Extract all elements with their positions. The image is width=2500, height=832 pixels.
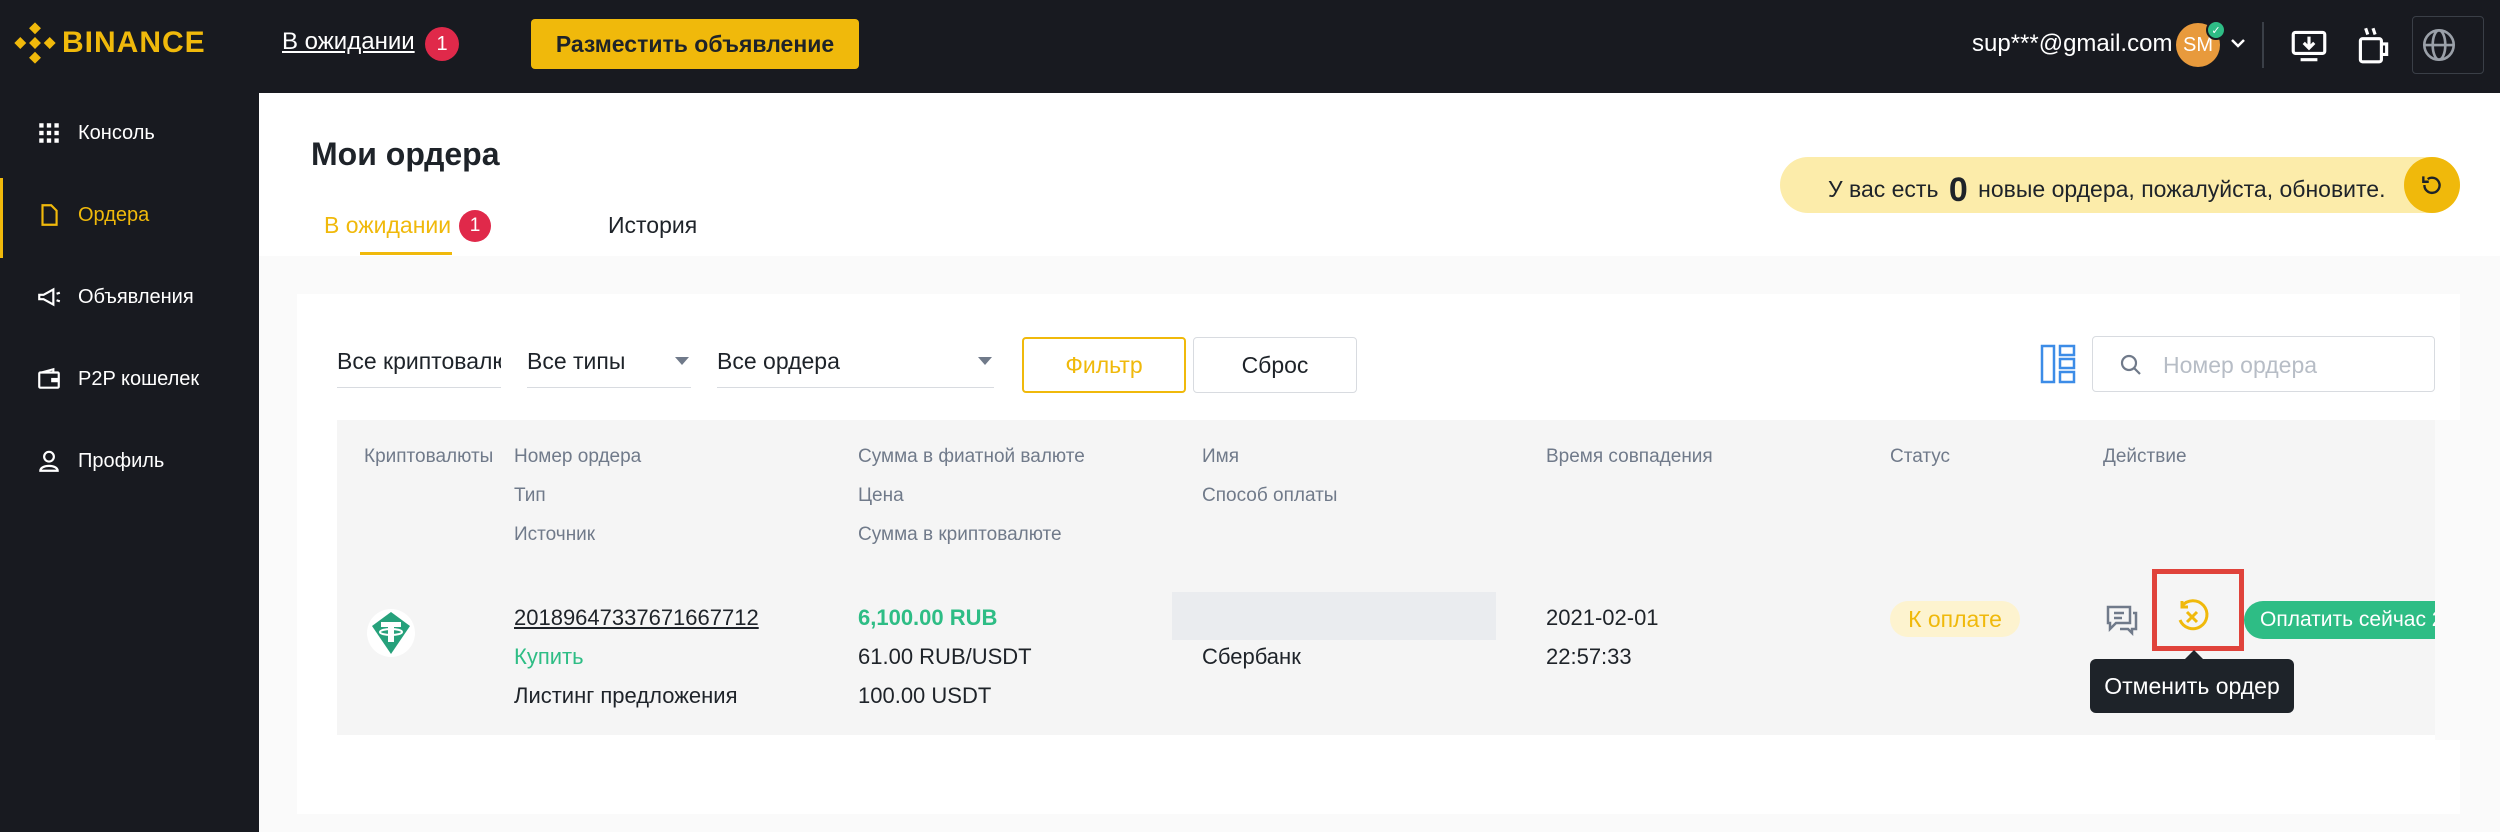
download-icon[interactable] bbox=[2288, 24, 2330, 66]
sidebar-item-ads[interactable]: Объявления bbox=[0, 267, 259, 327]
type-select[interactable]: Все типы bbox=[527, 336, 691, 388]
price: 61.00 RUB/USDT bbox=[858, 644, 1032, 669]
sidebar-item-label: Ордера bbox=[78, 203, 150, 226]
notice-suffix: новые ордера, пожалуйста, обновите. bbox=[1978, 176, 2386, 202]
globe-icon bbox=[2422, 28, 2456, 62]
caret-down-icon bbox=[978, 357, 992, 365]
notice-text: У вас есть 0 новые ордера, пожалуйста, о… bbox=[1828, 171, 2385, 210]
pending-count-badge: 1 bbox=[425, 27, 459, 61]
tether-usdt-icon bbox=[367, 609, 415, 657]
counterparty-name-redacted bbox=[1172, 592, 1496, 640]
fiat-amount: 6,100.00 RUB bbox=[858, 605, 998, 630]
th-action: Действие bbox=[2103, 446, 2187, 467]
filter-button[interactable]: Фильтр bbox=[1022, 337, 1186, 393]
match-time: 22:57:33 bbox=[1546, 644, 1632, 669]
mug-icon[interactable] bbox=[2352, 24, 2394, 66]
binance-diamond-icon bbox=[14, 22, 56, 64]
notice-prefix: У вас есть bbox=[1828, 176, 1939, 202]
binance-logo[interactable]: BINANCE bbox=[14, 22, 206, 64]
refresh-icon bbox=[2422, 176, 2441, 194]
th-fiat-amount: Сумма в фиатной валюте bbox=[858, 446, 1085, 467]
pending-orders-link[interactable]: В ожидании bbox=[282, 28, 415, 56]
orders-select-value: Все ордера bbox=[717, 348, 840, 374]
order-type: Купить bbox=[514, 644, 584, 669]
th-crypto-amount: Сумма в криптовалюте bbox=[858, 524, 1062, 545]
table-clip bbox=[2435, 420, 2500, 740]
top-navigation-bar: BINANCE В ожидании 1 Разместить объявлен… bbox=[0, 0, 2500, 93]
cancel-order-tooltip: Отменить ордер bbox=[2090, 659, 2294, 713]
th-type: Тип bbox=[514, 485, 546, 506]
user-email[interactable]: sup***@gmail.com bbox=[1972, 30, 2172, 58]
page-title: Мои ордера bbox=[311, 136, 500, 172]
tab-history[interactable]: История bbox=[608, 212, 697, 239]
post-ad-button[interactable]: Разместить объявление bbox=[531, 19, 859, 69]
sidebar-item-label: P2P кошелек bbox=[78, 367, 200, 390]
document-icon bbox=[41, 204, 58, 226]
order-search[interactable] bbox=[2092, 336, 2435, 392]
sidebar-item-wallet[interactable]: P2P кошелек bbox=[0, 349, 259, 409]
th-payment: Способ оплаты bbox=[1202, 485, 1338, 506]
search-input[interactable] bbox=[2163, 347, 2423, 383]
wallet-icon bbox=[38, 367, 60, 389]
caret-down-icon bbox=[675, 357, 689, 365]
megaphone-icon bbox=[38, 287, 61, 307]
th-status: Статус bbox=[1890, 446, 1951, 467]
th-source: Источник bbox=[514, 524, 596, 545]
reset-button[interactable]: Сброс bbox=[1193, 337, 1357, 393]
orders-select[interactable]: Все ордера bbox=[717, 336, 994, 388]
grid-icon bbox=[39, 123, 59, 143]
user-icon bbox=[39, 450, 59, 472]
sidebar-item-label: Консоль bbox=[78, 121, 155, 144]
sidebar-item-console[interactable]: Консоль bbox=[0, 103, 259, 163]
tab-pending[interactable]: В ожидании bbox=[324, 212, 451, 239]
th-price: Цена bbox=[858, 485, 904, 506]
sidebar-item-profile[interactable]: Профиль bbox=[0, 431, 259, 491]
payment-method: Сбербанк bbox=[1202, 644, 1301, 669]
search-icon bbox=[2120, 354, 2141, 375]
sidebar: Консоль Ордера Объявления P2P кошелек Пр… bbox=[0, 93, 259, 832]
match-date: 2021-02-01 bbox=[1546, 605, 1659, 630]
th-name: Имя bbox=[1202, 446, 1240, 467]
sidebar-item-orders[interactable]: Ордера bbox=[0, 185, 259, 245]
chevron-down-icon[interactable] bbox=[2228, 33, 2248, 53]
new-orders-notice: У вас есть 0 новые ордера, пожалуйста, о… bbox=[1780, 157, 2460, 213]
active-tab-underline bbox=[360, 252, 452, 255]
table-header bbox=[337, 420, 2435, 575]
refresh-button[interactable] bbox=[2404, 157, 2460, 213]
sidebar-item-label: Объявления bbox=[78, 285, 194, 308]
crypto-select[interactable]: Все криптовалюты bbox=[337, 336, 501, 388]
cancel-order-icon[interactable] bbox=[2174, 598, 2210, 634]
divider bbox=[2262, 22, 2264, 68]
notice-count: 0 bbox=[1948, 171, 1968, 209]
brand-name: BINANCE bbox=[62, 26, 206, 59]
order-source: Листинг предложения bbox=[514, 683, 738, 708]
order-number-link[interactable]: 20189647337671667712 bbox=[514, 605, 759, 631]
layout-toggle-icon[interactable] bbox=[2040, 344, 2076, 384]
tab-pending-badge: 1 bbox=[459, 210, 491, 242]
sidebar-item-label: Профиль bbox=[78, 449, 165, 472]
th-match-time: Время совпадения bbox=[1546, 446, 1713, 467]
chat-icon[interactable] bbox=[2104, 601, 2140, 637]
crypto-amount: 100.00 USDT bbox=[858, 683, 992, 708]
type-select-value: Все типы bbox=[527, 348, 626, 374]
status-badge: К оплате bbox=[1890, 601, 2020, 637]
th-order-no: Номер ордера bbox=[514, 446, 642, 467]
th-crypto: Криптовалюты bbox=[364, 446, 494, 467]
verified-check-icon: ✓ bbox=[2206, 20, 2226, 40]
